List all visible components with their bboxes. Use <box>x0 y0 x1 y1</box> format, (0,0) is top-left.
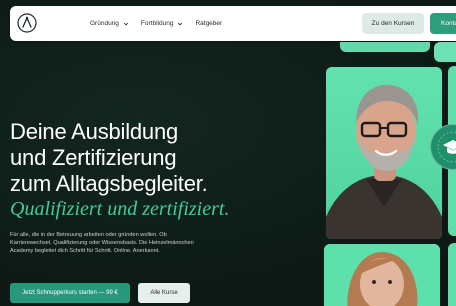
top-navigation-bar: Gründung Fortbildung Ratgeber Zu den Kur… <box>10 6 456 41</box>
contact-button[interactable]: Kontakt <box>430 13 456 34</box>
logo-mark-icon <box>17 13 37 33</box>
main-nav: Gründung Fortbildung Ratgeber <box>90 6 222 41</box>
courses-button[interactable]: Zu den Kursen <box>362 13 424 34</box>
page: Gründung Fortbildung Ratgeber Zu den Kur… <box>0 0 456 306</box>
portrait-image-woman <box>324 244 440 306</box>
nav-item-label: Gründung <box>90 20 119 27</box>
chevron-down-icon <box>178 22 183 25</box>
hero-title-line: zum Alltagsbegleiter. <box>10 171 208 196</box>
image-card-top <box>340 42 430 52</box>
certificate-badge <box>430 124 456 170</box>
hero-description: Für alle, die in der Betreuung arbeiten … <box>10 232 194 254</box>
nav-item-gruendung[interactable]: Gründung <box>90 20 129 27</box>
all-courses-button[interactable]: Alle Kurse <box>138 283 190 303</box>
hero-title: Deine Ausbildung und Zertifizierung zum … <box>10 119 310 197</box>
portrait-man-illustration <box>326 67 442 239</box>
nav-item-fortbildung[interactable]: Fortbildung <box>141 20 184 27</box>
start-trial-course-button[interactable]: Jetzt Schnupperkurs starten — 99 € <box>10 283 130 303</box>
nav-item-label: Fortbildung <box>140 20 174 27</box>
graduation-cap-icon <box>437 131 456 163</box>
image-card-top-right <box>434 42 456 62</box>
portrait-image-man <box>326 67 442 239</box>
image-card-side <box>448 243 456 306</box>
nav-item-label: Ratgeber <box>195 20 223 27</box>
academy-logo[interactable] <box>16 12 38 34</box>
hero-subtitle: Qualifiziert und zertifiziert. <box>10 198 230 220</box>
chevron-down-icon <box>123 22 129 25</box>
hero-title-line: und Zertifizierung <box>10 145 177 170</box>
hero-title-line: Deine Ausbildung <box>10 119 179 144</box>
portrait-woman-illustration <box>324 244 440 306</box>
nav-item-ratgeber[interactable]: Ratgeber <box>195 20 222 27</box>
